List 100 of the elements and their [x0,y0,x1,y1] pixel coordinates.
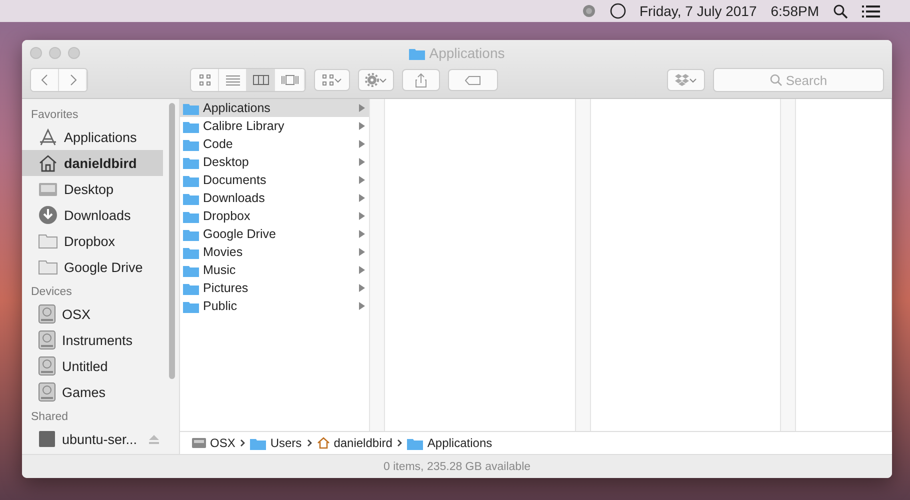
chevron-right-icon [397,439,402,447]
record-icon[interactable] [582,4,596,18]
menu-bar-clock[interactable]: 6:58PM [770,3,819,19]
desktop-icon [38,181,58,197]
app-store-icon [38,128,58,146]
folder-icon [183,264,199,276]
file-row[interactable]: Google Drive [180,225,370,243]
sidebar-item[interactable]: Downloads [22,202,163,228]
menu-bar-date[interactable]: Friday, 7 July 2017 [640,3,757,19]
view-mode-button[interactable] [247,69,275,91]
drive-icon [38,304,56,324]
columns-icon [252,75,268,85]
file-row[interactable]: Movies [180,243,370,261]
display-icon [38,430,56,448]
folder-icon [183,102,199,114]
disclosure-arrow-icon [359,284,366,292]
sidebar-item[interactable]: Applications [22,124,163,150]
zoom-button[interactable] [68,47,80,59]
file-row[interactable]: Public [180,297,370,315]
file-row[interactable]: Documents [180,171,370,189]
drive-icon [38,382,56,402]
sidebar-item[interactable]: OSX [22,301,163,327]
chevron-right-icon [306,439,312,447]
window-title: Applications [409,45,505,61]
folder-icon [183,228,199,240]
folder-icon [183,282,199,294]
disclosure-arrow-icon [359,176,366,184]
chevron-down-icon [689,78,697,82]
folder-icon [38,233,58,249]
share-button[interactable] [402,69,440,91]
status-bar: 0 items, 235.28 GB available [22,454,892,478]
dropbox-button[interactable] [667,69,705,91]
sidebar-item[interactable]: Dropbox [22,228,163,254]
view-mode-button[interactable] [191,69,219,91]
path-item[interactable]: OSX [192,436,236,450]
chevron-right-icon [68,74,76,86]
folder-icon [183,138,199,150]
sidebar-item[interactable]: Google Drive [22,254,163,280]
house-icon [38,154,58,172]
gear-icon [365,73,379,87]
file-row[interactable]: Desktop [180,153,370,171]
circle-icon[interactable] [610,3,626,19]
file-row[interactable]: Calibre Library [180,117,370,135]
sidebar-item[interactable]: Untitled [22,353,163,379]
drive-icon [38,330,56,350]
list-icon [226,74,240,86]
folder-icon [38,259,58,275]
file-row[interactable]: Code [180,135,370,153]
path-item[interactable]: danieldbird [316,436,392,450]
sidebar-item[interactable]: ubuntu-ser... [22,426,163,452]
disclosure-arrow-icon [359,122,366,130]
folder-icon [407,436,424,450]
drive-icon [192,437,206,449]
back-button[interactable] [31,69,59,91]
path-item[interactable]: Users [250,436,302,450]
disclosure-arrow-icon [359,194,366,202]
disclosure-arrow-icon [359,266,366,274]
folder-icon [250,436,266,450]
sidebar-item[interactable]: danieldbird [22,150,163,176]
grid-icon [198,74,210,86]
disclosure-arrow-icon [359,140,366,148]
folder-icon [183,174,199,186]
search-icon [770,74,782,86]
search-icon[interactable] [833,4,848,18]
share-icon [415,72,427,88]
drive-icon [38,356,56,376]
file-row[interactable]: Music [180,261,370,279]
eject-icon[interactable] [149,434,159,444]
file-row[interactable]: Downloads [180,189,370,207]
sidebar-item[interactable]: Desktop [22,176,163,202]
chevron-right-icon [240,439,246,447]
file-row[interactable]: Dropbox [180,207,370,225]
disclosure-arrow-icon [359,158,366,166]
scrollbar-thumb[interactable] [169,103,175,379]
chevron-left-icon [40,74,48,86]
sidebar-heading: Devices [30,285,73,300]
folder-icon [183,120,199,132]
chevron-down-icon [379,78,387,82]
disclosure-arrow-icon [359,248,366,256]
menu-icon[interactable] [862,4,880,18]
disclosure-arrow-icon [359,230,366,238]
folder-icon [183,156,199,168]
folder-icon [183,210,199,222]
path-item[interactable]: Applications [407,436,492,450]
minimize-button[interactable] [49,47,61,59]
disclosure-arrow-icon [359,212,366,220]
file-row[interactable]: Pictures [180,279,370,297]
arrange-button[interactable] [314,69,350,91]
chevron-down-icon [334,78,342,82]
tag-icon [465,76,481,84]
sidebar-heading: Favorites [30,108,80,123]
house-icon [316,437,330,449]
sidebar-heading: Shared [30,410,70,425]
sidebar-item[interactable]: Instruments [22,327,163,353]
close-button[interactable] [30,47,42,59]
sidebar-item[interactable]: Games [22,379,163,405]
tag-button[interactable] [448,69,498,91]
file-row[interactable]: Applications [180,99,370,117]
grid-icon [322,74,334,86]
action-button[interactable] [358,69,394,91]
